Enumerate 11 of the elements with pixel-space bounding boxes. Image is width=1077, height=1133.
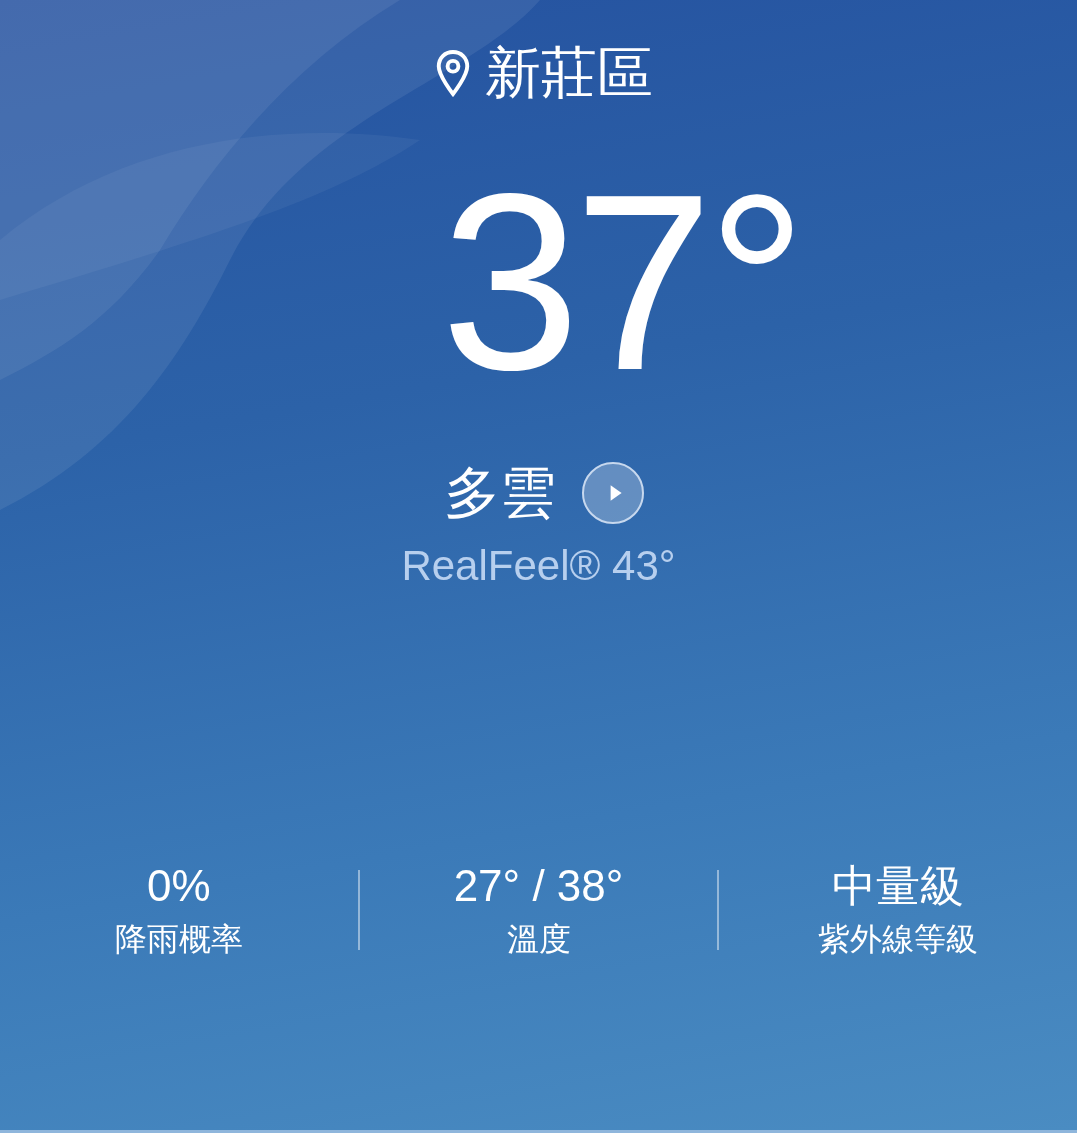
stat-label: 紫外線等級 bbox=[818, 919, 979, 960]
temperature: 37° bbox=[440, 158, 802, 408]
stat-value: 0% bbox=[147, 860, 211, 912]
stat-value: 中量級 bbox=[832, 860, 965, 912]
stat-label: 溫度 bbox=[506, 919, 571, 960]
location-name: 新莊區 bbox=[484, 39, 653, 107]
weather-condition: 多雲 bbox=[443, 459, 556, 527]
realfeel-temperature: RealFeel® 43° bbox=[401, 542, 676, 590]
stat-label: 降雨概率 bbox=[114, 919, 243, 960]
stat-value: 27° / 38° bbox=[453, 860, 624, 912]
location-pin-icon bbox=[434, 49, 471, 97]
